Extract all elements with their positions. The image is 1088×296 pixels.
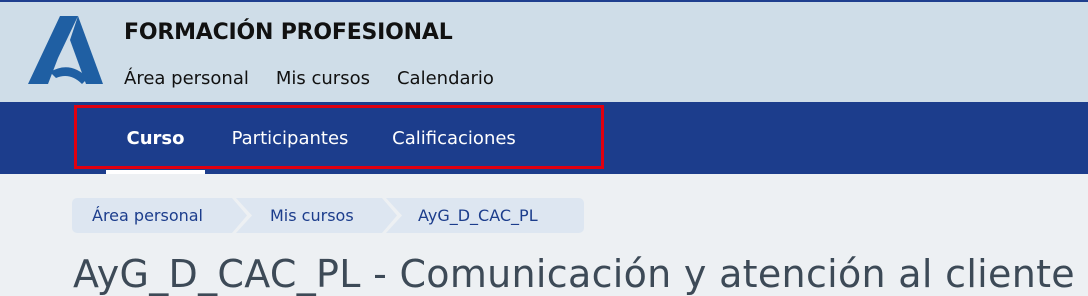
site-title[interactable]: FORMACIÓN PROFESIONAL (124, 20, 453, 45)
breadcrumb-item-mis-cursos[interactable]: Mis cursos (232, 198, 382, 233)
breadcrumb-item-area-personal[interactable]: Área personal (72, 198, 232, 233)
breadcrumb-item-course[interactable]: AyG_D_CAC_PL (382, 198, 584, 233)
top-nav: Área personal Mis cursos Calendario (124, 68, 494, 89)
breadcrumb-separator-icon (382, 198, 402, 233)
breadcrumb: Área personal Mis cursos AyG_D_CAC_PL (72, 198, 584, 233)
breadcrumb-label: Mis cursos (270, 206, 354, 225)
breadcrumb-separator-icon (232, 198, 252, 233)
nav-mis-cursos[interactable]: Mis cursos (276, 68, 370, 89)
breadcrumb-label: Área personal (92, 206, 203, 225)
nav-area-personal[interactable]: Área personal (124, 68, 249, 89)
nav-calendario[interactable]: Calendario (397, 68, 494, 89)
course-nav-bar: Curso Participantes Calificaciones (0, 102, 1088, 174)
page-title: AyG_D_CAC_PL - Comunicación y atención a… (73, 252, 1075, 296)
breadcrumb-label: AyG_D_CAC_PL (418, 206, 538, 225)
highlight-annotation-box (74, 105, 604, 169)
site-header: FORMACIÓN PROFESIONAL Área personal Mis … (0, 2, 1088, 102)
andalucia-a-logo-icon[interactable] (26, 14, 106, 86)
